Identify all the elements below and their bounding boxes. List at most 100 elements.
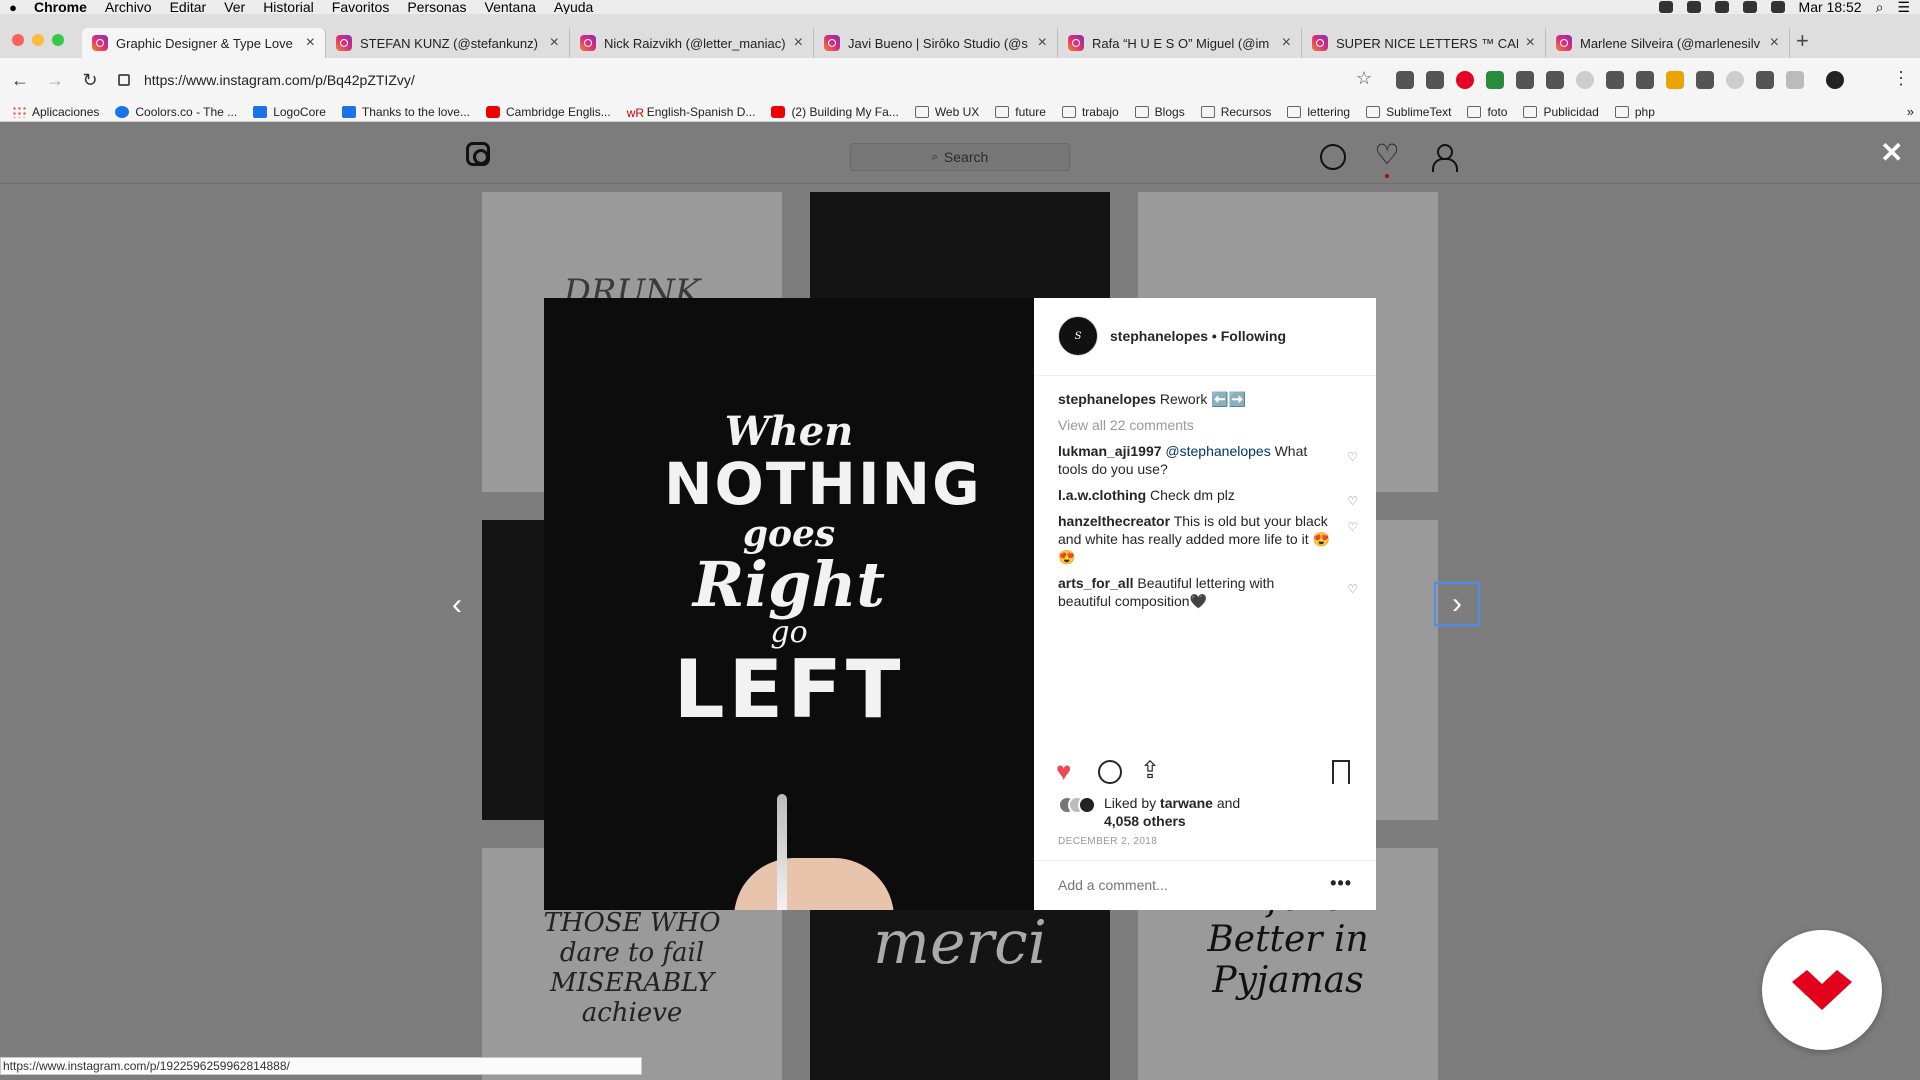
- floating-brand-logo[interactable]: [1762, 930, 1882, 1050]
- menu-clock[interactable]: Mar 18:52: [1799, 0, 1862, 15]
- bookmark-folder-future[interactable]: future: [995, 105, 1046, 119]
- previous-post-icon[interactable]: ‹: [452, 588, 462, 622]
- comment-mention[interactable]: @stephanelopes: [1165, 443, 1270, 459]
- extension-icon[interactable]: [1486, 71, 1504, 89]
- share-icon[interactable]: ⇪: [1140, 758, 1160, 784]
- tab-marlene-silveira[interactable]: Marlene Silveira (@marlenesilv ×: [1546, 28, 1790, 58]
- comment-username[interactable]: arts_for_all: [1058, 575, 1133, 591]
- bookmark-folder-web-ux[interactable]: Web UX: [914, 105, 979, 119]
- address-bar[interactable]: https://www.instagram.com/p/Bq42pZTIZvy/: [118, 66, 1338, 94]
- drive-icon[interactable]: [1786, 71, 1804, 89]
- bookmark-coolors[interactable]: Coolors.co - The ...: [115, 105, 237, 119]
- back-button[interactable]: ←: [5, 65, 35, 95]
- menu-ventana[interactable]: Ventana: [485, 0, 536, 14]
- menu-personas[interactable]: Personas: [407, 0, 466, 14]
- bookmark-youtube[interactable]: (2) Building My Fa...: [771, 105, 899, 119]
- follow-state[interactable]: Following: [1221, 328, 1286, 344]
- post-author-username[interactable]: stephanelopes: [1110, 328, 1208, 344]
- menu-archivo[interactable]: Archivo: [105, 0, 152, 14]
- search-input[interactable]: ⌕ Search: [850, 143, 1070, 171]
- bookmark-folder-recursos[interactable]: Recursos: [1200, 105, 1271, 119]
- extension-icon[interactable]: [1516, 71, 1534, 89]
- close-tab-icon[interactable]: ×: [1526, 34, 1535, 52]
- zoom-window-button[interactable]: [52, 34, 64, 46]
- menu-ayuda[interactable]: Ayuda: [554, 0, 593, 14]
- menu-app-name[interactable]: Chrome: [34, 0, 87, 14]
- apple-icon[interactable]: ●: [6, 0, 20, 15]
- bookmark-folder-foto[interactable]: foto: [1467, 105, 1507, 119]
- close-tab-icon[interactable]: ×: [1282, 34, 1291, 52]
- extension-icon[interactable]: [1696, 71, 1714, 89]
- close-tab-icon[interactable]: ×: [306, 34, 315, 52]
- instagram-logo-icon[interactable]: [466, 142, 490, 166]
- close-modal-icon[interactable]: ✕: [1880, 136, 1903, 169]
- menu-ver[interactable]: Ver: [224, 0, 245, 14]
- forward-button[interactable]: →: [40, 65, 70, 95]
- view-all-comments-link[interactable]: View all 22 comments: [1058, 416, 1358, 434]
- bookmark-folder-php[interactable]: php: [1614, 105, 1655, 119]
- tab-rafa-hueso[interactable]: Rafa “H U E S O” Miguel (@im ×: [1058, 28, 1302, 58]
- creative-cloud-icon[interactable]: [1686, 1, 1701, 13]
- close-tab-icon[interactable]: ×: [1770, 34, 1779, 52]
- add-comment-input[interactable]: [1058, 877, 1318, 893]
- bookmark-folder-publicidad[interactable]: Publicidad: [1523, 105, 1599, 119]
- more-options-icon[interactable]: •••: [1330, 873, 1352, 894]
- extension-icon[interactable]: [1606, 71, 1624, 89]
- bookmark-folder-blogs[interactable]: Blogs: [1134, 105, 1185, 119]
- bookmark-folder-lettering[interactable]: lettering: [1287, 105, 1350, 119]
- address-url[interactable]: https://www.instagram.com/p/Bq42pZTIZvy/: [144, 72, 415, 88]
- bookmark-trello[interactable]: Thanks to the love...: [341, 105, 470, 119]
- bookmark-wordreference[interactable]: wR English-Spanish D...: [627, 105, 756, 120]
- profile-icon[interactable]: [1430, 144, 1458, 172]
- post-image[interactable]: When NOTHING goes Right go LEFT: [544, 298, 1034, 910]
- bookmark-star-icon[interactable]: ☆: [1356, 68, 1372, 89]
- profile-avatar-icon[interactable]: [1826, 71, 1844, 89]
- menu-favoritos[interactable]: Favoritos: [332, 0, 390, 14]
- like-comment-heart-icon[interactable]: ♡: [1347, 580, 1358, 598]
- bookmark-folder-sublimetext[interactable]: SublimeText: [1366, 105, 1451, 119]
- like-comment-heart-icon[interactable]: ♡: [1347, 448, 1358, 466]
- bookmark-folder-trabajo[interactable]: trabajo: [1061, 105, 1119, 119]
- like-heart-icon[interactable]: ♥: [1056, 758, 1071, 784]
- next-post-icon[interactable]: ›: [1434, 582, 1480, 626]
- post-date[interactable]: DECEMBER 2, 2018: [1058, 836, 1157, 847]
- dropbox-icon[interactable]: [1714, 1, 1729, 13]
- reload-button[interactable]: ↻: [75, 65, 105, 95]
- pinterest-icon[interactable]: [1456, 71, 1474, 89]
- comment-username[interactable]: l.a.w.clothing: [1058, 487, 1146, 503]
- avatar[interactable]: S: [1058, 316, 1098, 356]
- lock-icon[interactable]: [118, 74, 130, 86]
- tab-graphic-designer[interactable]: Graphic Designer & Type Love ×: [82, 28, 326, 58]
- menu-editar[interactable]: Editar: [170, 0, 207, 14]
- comment-username[interactable]: lukman_aji1997: [1058, 443, 1162, 459]
- caption-username[interactable]: stephanelopes: [1058, 391, 1156, 407]
- tab-javi-bueno[interactable]: Javi Bueno | Sirôko Studio (@s ×: [814, 28, 1058, 58]
- save-bookmark-icon[interactable]: [1332, 760, 1350, 784]
- record-icon[interactable]: [1658, 1, 1673, 13]
- extension-icon[interactable]: [1576, 71, 1594, 89]
- close-window-button[interactable]: [12, 34, 24, 46]
- tab-stefan-kunz[interactable]: STEFAN KUNZ (@stefankunz) ×: [326, 28, 570, 58]
- explore-compass-icon[interactable]: [1320, 144, 1346, 170]
- menu-historial[interactable]: Historial: [263, 0, 314, 14]
- bookmarks-overflow-icon[interactable]: »: [1907, 104, 1914, 119]
- battery-icon[interactable]: [1770, 1, 1785, 13]
- bookmark-logocore[interactable]: LogoCore: [253, 105, 326, 119]
- tab-super-nice-letters[interactable]: SUPER NICE LETTERS ™ CARN ×: [1302, 28, 1546, 58]
- chrome-menu-icon[interactable]: ⋮: [1892, 68, 1910, 89]
- liked-by-user[interactable]: tarwane: [1160, 795, 1213, 811]
- new-tab-button[interactable]: +: [1796, 28, 1809, 54]
- close-tab-icon[interactable]: ×: [1038, 34, 1047, 52]
- like-comment-heart-icon[interactable]: ♡: [1347, 518, 1358, 536]
- likes-count[interactable]: 4,058 others: [1104, 813, 1186, 829]
- close-tab-icon[interactable]: ×: [550, 34, 559, 52]
- bookmark-cambridge[interactable]: Cambridge Englis...: [485, 105, 611, 119]
- bookmark-aplicaciones[interactable]: Aplicaciones: [12, 105, 99, 119]
- like-comment-heart-icon[interactable]: ♡: [1347, 492, 1358, 510]
- extension-icon[interactable]: [1636, 71, 1654, 89]
- comment-username[interactable]: hanzelthecreator: [1058, 513, 1170, 529]
- extension-icon[interactable]: [1426, 71, 1444, 89]
- extension-icon[interactable]: [1546, 71, 1564, 89]
- minimize-window-button[interactable]: [32, 34, 44, 46]
- wifi-icon[interactable]: [1742, 1, 1757, 13]
